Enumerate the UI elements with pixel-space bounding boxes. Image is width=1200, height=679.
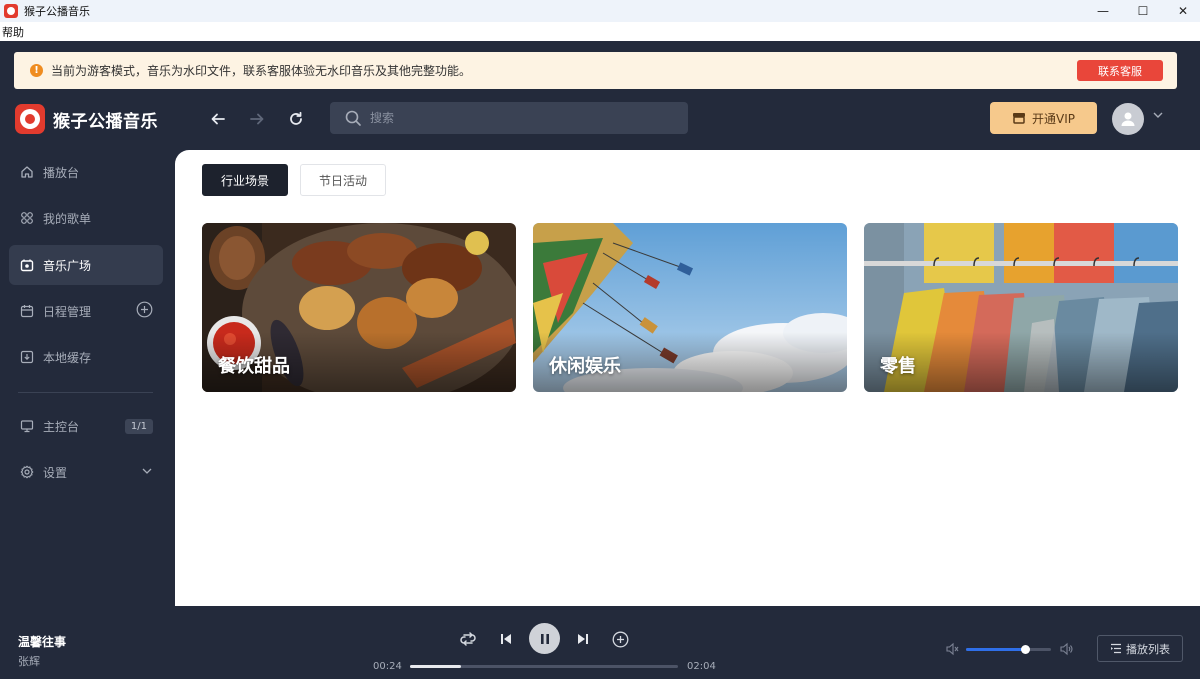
back-arrow-icon[interactable] [207,108,229,130]
brand-logo[interactable]: 猴子公播音乐 [15,104,158,134]
card-label: 零售 [880,356,916,377]
sidebar-item-playback[interactable]: 播放台 [9,152,163,192]
home-icon [19,164,35,180]
card-label: 休闲娱乐 [549,356,621,377]
search-icon [345,110,361,126]
pause-icon [540,633,549,644]
notice-text: 当前为游客模式，音乐为水印文件，联系客服体验无水印音乐及其他完整功能。 [51,64,472,78]
user-icon [1121,112,1135,126]
sidebar-item-label: 音乐广场 [43,258,92,273]
title-bar: 猴子公播音乐 — ☐ ✕ [0,0,1200,22]
search-box[interactable] [330,102,688,134]
progress-bar[interactable] [410,665,678,668]
current-time: 00:24 [373,661,402,672]
progress-fill [410,665,461,668]
main-content: 行业场景 节日活动 餐饮甜品 休闲娱乐 零售 [175,150,1200,606]
sidebar-divider [18,392,153,393]
player-bar: 温馨往事 张辉 00:24 02:04 播放列表 [0,613,1200,679]
playlist-label: 播放列表 [1126,642,1170,656]
sidebar-item-label: 我的歌单 [43,211,92,226]
sidebar-item-label: 主控台 [43,419,80,434]
add-to-list-icon[interactable] [609,628,631,650]
mute-icon[interactable] [941,638,963,660]
total-time: 02:04 [687,661,716,672]
contact-service-button[interactable]: 联系客服 [1077,60,1163,81]
sidebar-item-label: 播放台 [43,165,80,180]
brand-name: 猴子公播音乐 [53,111,158,132]
previous-track-icon[interactable] [495,628,517,650]
calendar-icon [19,303,35,319]
add-schedule-icon[interactable] [136,301,153,321]
guest-mode-notice: ! 当前为游客模式，音乐为水印文件，联系客服体验无水印音乐及其他完整功能。 联系… [14,52,1177,89]
next-track-icon[interactable] [572,628,594,650]
monitor-icon [19,418,35,434]
volume-icon[interactable] [1055,638,1077,660]
card-retail[interactable]: 零售 [864,223,1178,392]
chevron-down-icon[interactable] [141,465,153,480]
menu-bar: 帮助 [0,22,1200,41]
song-artist[interactable]: 张辉 [18,653,40,669]
refresh-icon[interactable] [285,108,307,130]
chevron-down-icon[interactable] [1152,109,1164,124]
volume-knob[interactable] [1020,645,1030,654]
window-title: 猴子公播音乐 [24,5,90,18]
search-input[interactable] [370,111,670,125]
card-food-dessert[interactable]: 餐饮甜品 [202,223,516,392]
volume-fill [966,645,1030,654]
list-icon [1111,643,1121,654]
sidebar-item-schedule[interactable]: 日程管理 [9,291,163,331]
tab-industry-scenes[interactable]: 行业场景 [202,164,289,196]
card-leisure-entertainment[interactable]: 休闲娱乐 [533,223,847,392]
app-logo-icon [4,4,18,18]
sidebar-item-music-square[interactable]: 音乐广场 [9,245,163,285]
download-icon [19,349,35,365]
vip-label: 开通VIP [1032,111,1075,126]
playlist-icon [19,210,35,226]
warning-icon: ! [30,64,43,77]
sidebar-item-local-cache[interactable]: 本地缓存 [9,337,163,377]
shop-icon [1013,113,1025,124]
vip-button[interactable]: 开通VIP [990,102,1097,134]
monkey-logo-icon [15,104,45,134]
gear-icon [19,464,35,480]
sidebar-item-label: 设置 [43,465,68,480]
sidebar-item-label: 本地缓存 [43,350,92,365]
tab-holiday-events[interactable]: 节日活动 [300,164,387,196]
volume-slider[interactable] [966,645,1051,654]
menu-help[interactable]: 帮助 [2,24,24,40]
sidebar-item-label: 日程管理 [43,304,92,319]
card-label: 餐饮甜品 [218,356,290,377]
music-square-icon [19,257,35,273]
forward-arrow-icon[interactable] [246,108,268,130]
sidebar: 播放台 我的歌单 音乐广场 日程管理 本地缓存 主控台 1/1 设置 [0,150,175,606]
playlist-button[interactable]: 播放列表 [1097,635,1183,662]
sidebar-item-console[interactable]: 主控台 1/1 [9,406,163,446]
category-tabs: 行业场景 节日活动 [202,164,398,196]
close-button[interactable]: ✕ [1160,0,1200,22]
sidebar-item-my-playlists[interactable]: 我的歌单 [9,198,163,238]
repeat-icon[interactable] [457,628,479,650]
pause-button[interactable] [529,623,560,654]
user-avatar[interactable] [1112,103,1144,135]
sidebar-item-settings[interactable]: 设置 [9,452,163,492]
console-count-badge: 1/1 [124,418,153,434]
song-title[interactable]: 温馨往事 [18,633,66,650]
